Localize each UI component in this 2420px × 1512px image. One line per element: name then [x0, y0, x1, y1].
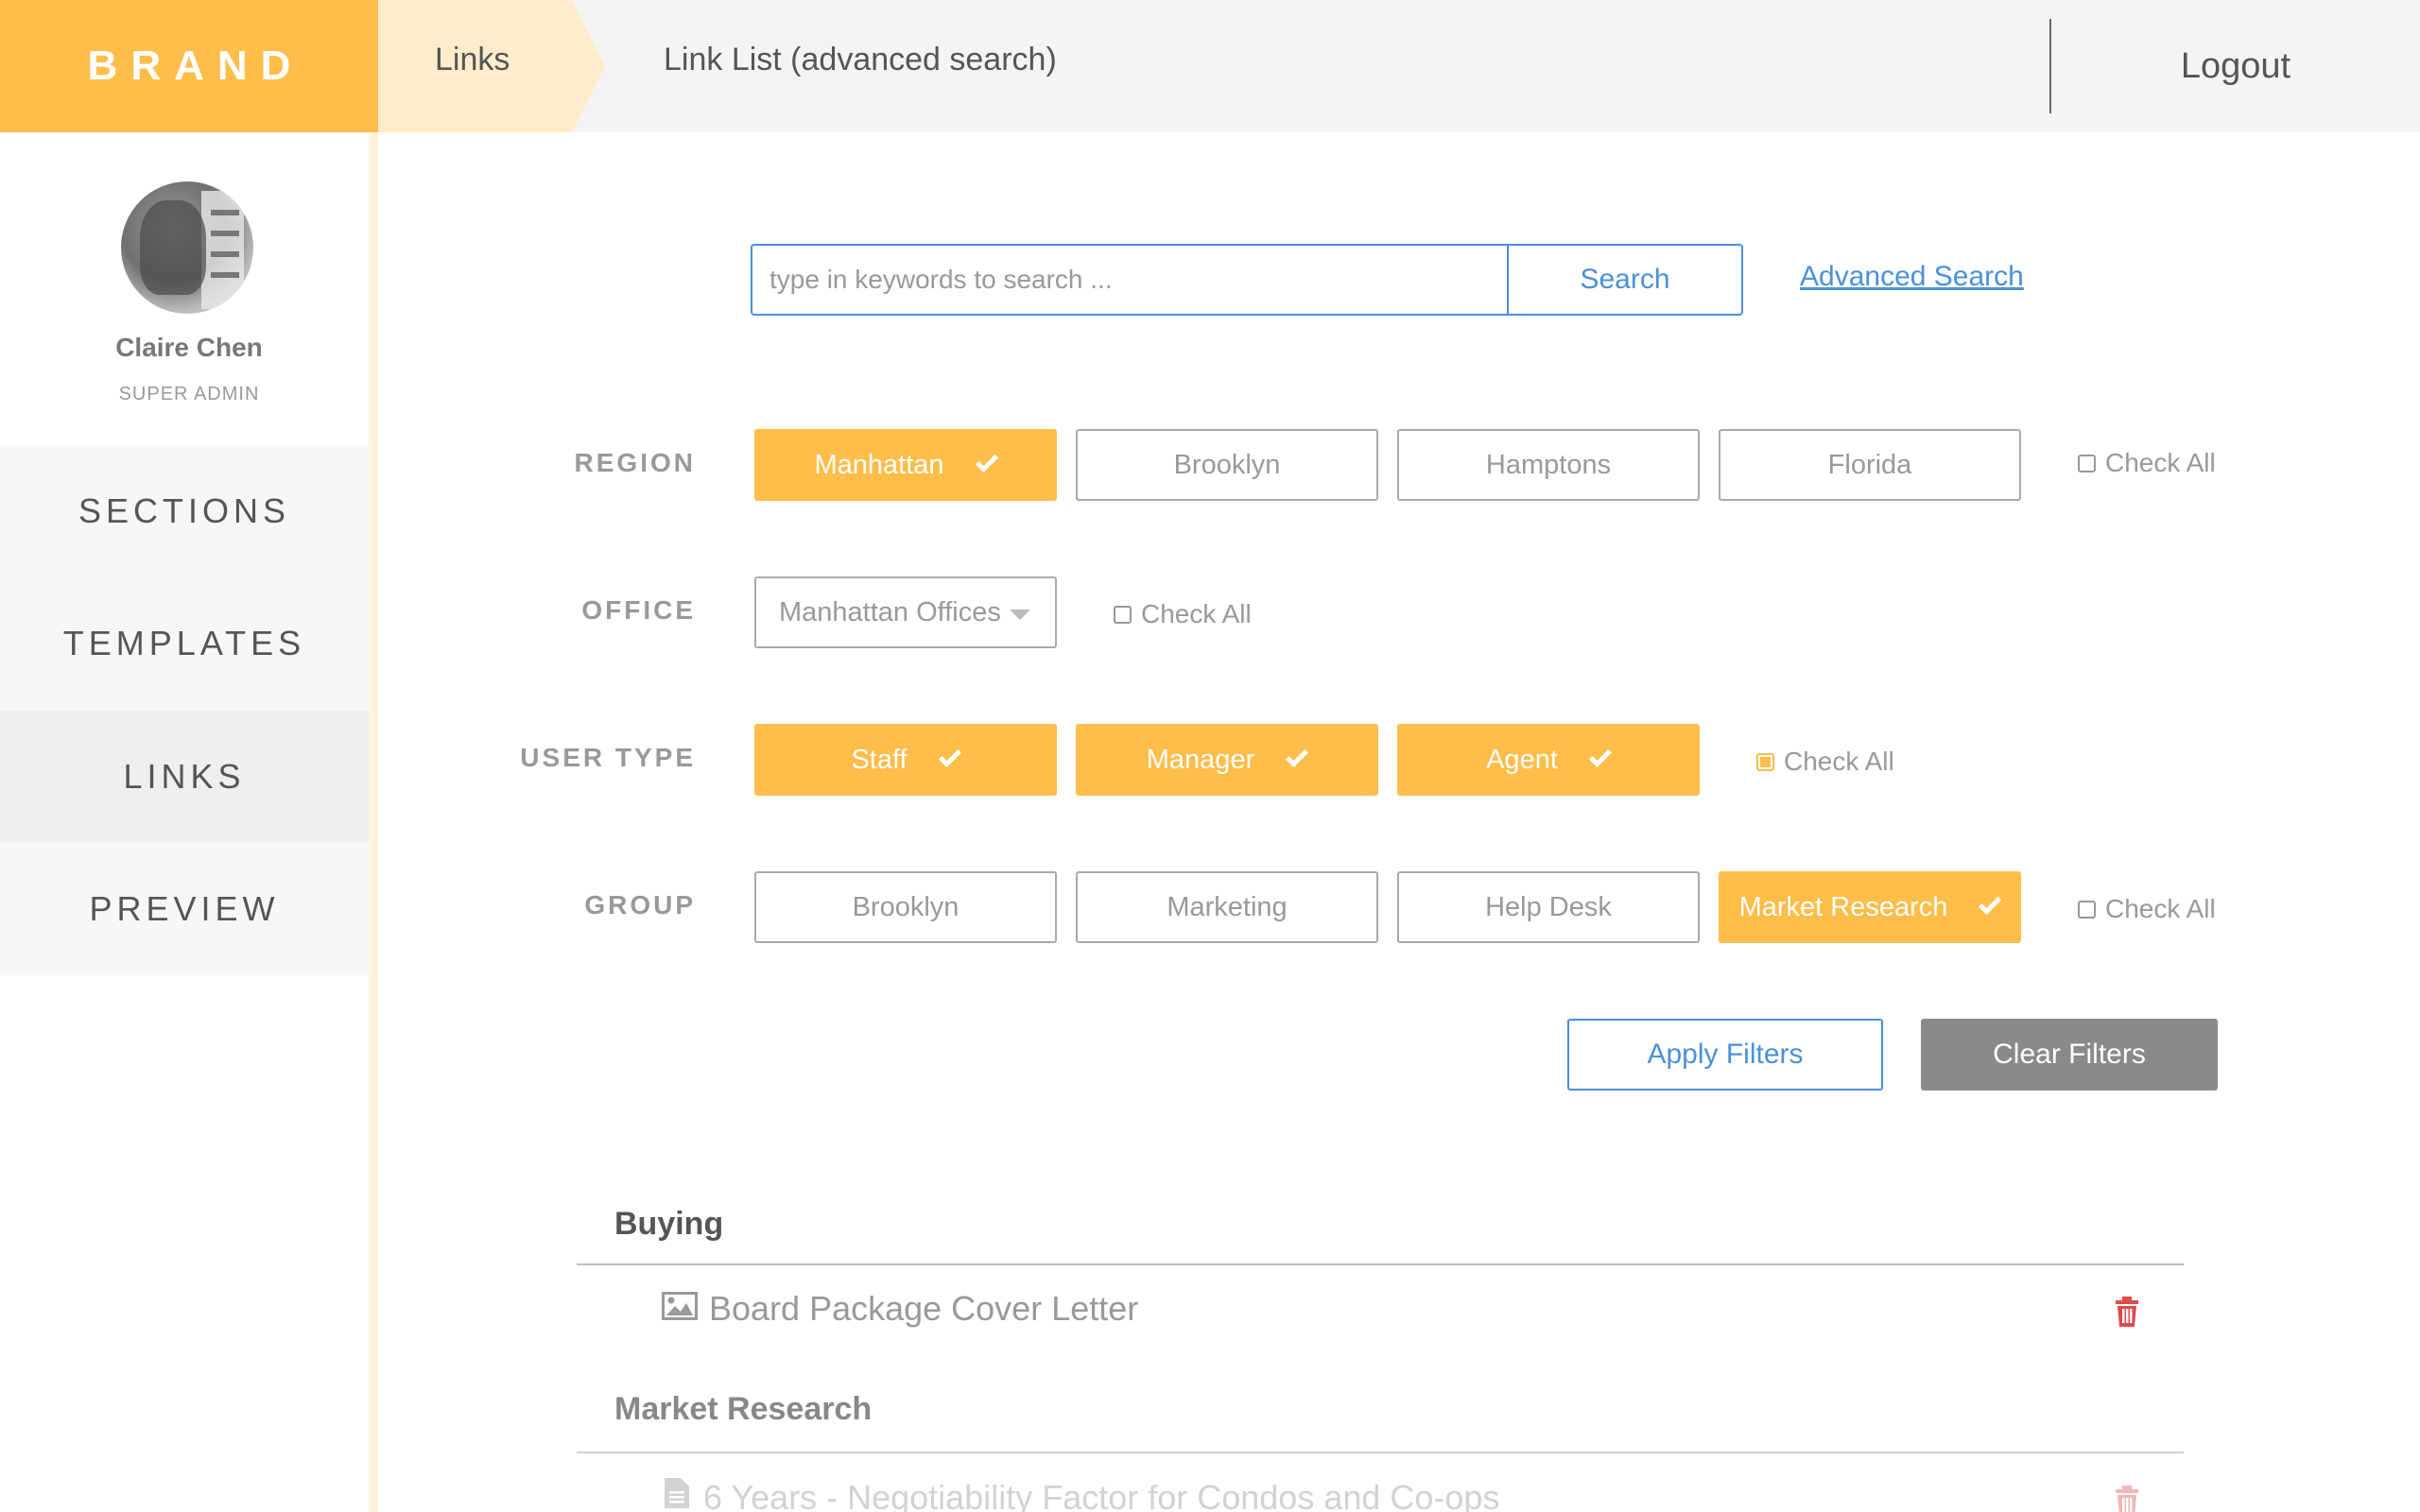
chip-label: Manhattan [814, 449, 944, 480]
region-chip-hamptons[interactable]: Hamptons [1397, 429, 1700, 501]
user-type-chip-agent[interactable]: Agent [1397, 724, 1700, 796]
group-chip-marketing[interactable]: Marketing [1076, 871, 1378, 943]
office-check-all[interactable]: Check All [1114, 599, 1252, 629]
group-chip-help-desk[interactable]: Help Desk [1397, 871, 1700, 943]
region-check-all[interactable]: Check All [2078, 448, 2216, 478]
sidebar-item-preview[interactable]: PREVIEW [0, 843, 369, 975]
search-input[interactable] [751, 244, 1509, 316]
avatar[interactable] [121, 181, 253, 314]
chip-label: Marketing [1167, 891, 1288, 922]
check-all-label: Check All [1141, 599, 1252, 628]
avatar-photo-detail [211, 210, 239, 215]
group-chip-brooklyn[interactable]: Brooklyn [754, 871, 1057, 943]
page-title: Link List (advanced search) [664, 42, 1057, 77]
apply-filters-button[interactable]: Apply Filters [1567, 1019, 1883, 1091]
sidebar-item-sections[interactable]: SECTIONS [0, 446, 369, 576]
user-type-chip-manager[interactable]: Manager [1076, 724, 1378, 796]
checkmark-icon [938, 744, 961, 768]
top-bar: BRAND Links Link List (advanced search) … [0, 0, 2420, 132]
group-divider [577, 1263, 2184, 1265]
group-check-all[interactable]: Check All [2078, 894, 2216, 924]
avatar-photo-highlight [201, 191, 244, 309]
brand-name: BRAND [87, 43, 304, 89]
region-chip-florida[interactable]: Florida [1719, 429, 2021, 501]
region-label: REGION [574, 448, 696, 477]
region-chip-brooklyn[interactable]: Brooklyn [1076, 429, 1378, 501]
clear-filters-button[interactable]: Clear Filters [1921, 1019, 2218, 1091]
checkmark-icon [1979, 891, 2002, 916]
chip-label: Brooklyn [852, 891, 959, 922]
link-group-title: Buying [614, 1206, 724, 1242]
checkbox-icon [2078, 454, 2096, 472]
sidebar-item-links[interactable]: LINKS [0, 711, 378, 843]
checkmark-icon [1286, 744, 1309, 768]
user-role: SUPER ADMIN [118, 384, 260, 404]
link-group-title: Market Research [614, 1391, 873, 1427]
document-icon [662, 1476, 692, 1512]
image-icon [662, 1289, 698, 1329]
user-type-check-all[interactable]: Check All [1756, 747, 1894, 777]
brand-logo[interactable]: BRAND [0, 0, 378, 132]
user-type-chip-staff[interactable]: Staff [754, 724, 1057, 796]
checkbox-icon [1114, 605, 1132, 624]
region-chip-manhattan[interactable]: Manhattan [754, 429, 1057, 501]
office-select[interactable]: Manhattan Offices [754, 576, 1057, 648]
office-label: OFFICE [581, 595, 696, 625]
group-label: GROUP [584, 890, 696, 919]
checkmark-icon [975, 449, 998, 473]
logout-button[interactable]: Logout [2051, 0, 2420, 132]
chip-label: Agent [1486, 744, 1558, 775]
link-title: 6 Years - Negotiability Factor for Condo… [703, 1477, 1500, 1512]
sidebar-item-templates[interactable]: TEMPLATES [0, 576, 369, 711]
caret-down-icon [1010, 610, 1030, 620]
check-all-label: Check All [1784, 747, 1894, 776]
checkmark-icon [1588, 744, 1612, 768]
group-divider [577, 1452, 2184, 1453]
user-type-label: USER TYPE [520, 743, 696, 772]
check-all-label: Check All [2105, 448, 2216, 477]
check-all-label: Check All [2105, 894, 2216, 923]
checkbox-icon [2078, 900, 2096, 919]
advanced-search-link[interactable]: Advanced Search [1800, 261, 2024, 293]
group-chip-market-research[interactable]: Market Research [1719, 871, 2021, 943]
user-name: Claire Chen [115, 333, 263, 362]
avatar-photo-figure [140, 200, 206, 295]
checkbox-checked-icon [1756, 752, 1774, 771]
list-item[interactable]: Board Package Cover Letter [662, 1289, 1138, 1329]
delete-icon[interactable] [2114, 1297, 2140, 1332]
chip-label: Help Desk [1485, 891, 1612, 922]
sidebar-edge [369, 132, 378, 1512]
delete-icon[interactable] [2114, 1486, 2140, 1512]
chip-label: Market Research [1738, 891, 1948, 922]
breadcrumb[interactable]: Links [378, 0, 605, 132]
office-select-value: Manhattan Offices [779, 596, 1001, 627]
search-button[interactable]: Search [1507, 244, 1743, 316]
chip-label: Manager [1146, 744, 1255, 775]
link-title: Board Package Cover Letter [709, 1289, 1139, 1328]
chip-label: Florida [1827, 449, 1912, 480]
chip-label: Staff [851, 744, 908, 775]
sidebar: Claire Chen SUPER ADMIN SECTIONS TEMPLAT… [0, 132, 378, 1512]
list-item[interactable]: 6 Years - Negotiability Factor for Condo… [662, 1476, 1499, 1512]
breadcrumb-links[interactable]: Links [435, 42, 510, 78]
chip-label: Brooklyn [1173, 449, 1281, 480]
chip-label: Hamptons [1485, 449, 1612, 480]
